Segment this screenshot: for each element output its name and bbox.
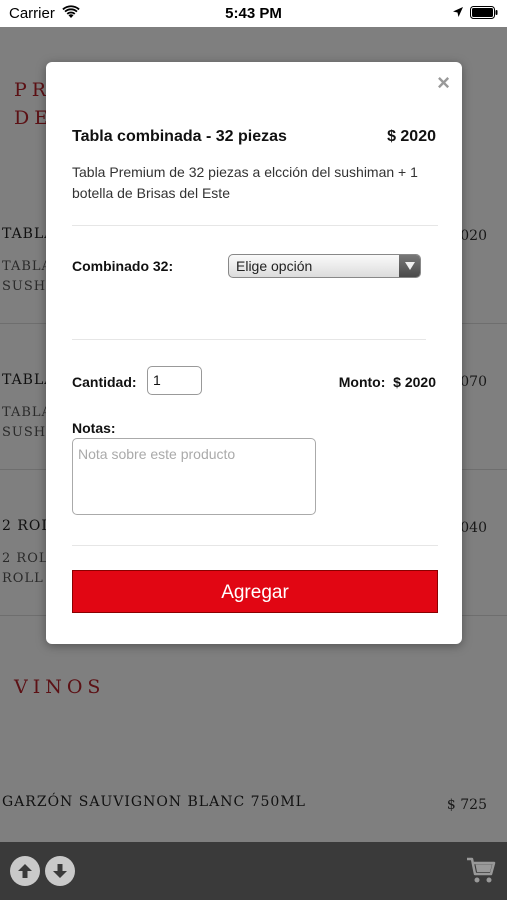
cart-icon[interactable] [466, 856, 496, 884]
bottom-toolbar [0, 842, 507, 900]
notes-textarea[interactable] [72, 438, 316, 515]
divider [72, 339, 426, 340]
option-select[interactable]: Elige opción [228, 254, 421, 278]
product-price: $ 2020 [387, 128, 436, 145]
scroll-down-button[interactable] [45, 856, 75, 886]
scroll-up-button[interactable] [10, 856, 40, 886]
status-bar: Carrier 5:43 PM [0, 0, 507, 27]
option-selected-value: Elige opción [236, 258, 313, 274]
product-description: Tabla Premium de 32 piezas a elcción del… [72, 164, 418, 201]
dropdown-arrow[interactable] [399, 255, 420, 277]
amount-label: Monto: [338, 374, 386, 390]
arrow-down-icon [53, 864, 67, 878]
divider [72, 545, 438, 546]
clock: 5:43 PM [225, 5, 282, 22]
battery-icon [470, 6, 498, 19]
option-label: Combinado 32: [72, 258, 174, 274]
amount-value: $ 2020 [393, 374, 436, 390]
divider [72, 225, 438, 226]
notes-label: Notas: [72, 420, 116, 436]
arrow-up-icon [18, 864, 32, 878]
add-to-cart-button[interactable]: Agregar [72, 570, 438, 613]
close-icon[interactable]: × [437, 72, 450, 94]
quantity-input[interactable]: 1 [147, 366, 202, 395]
amount-summary: Monto: $ 2020 [339, 374, 436, 390]
quantity-label: Cantidad: [72, 374, 137, 390]
product-title: Tabla combinada - 32 piezas [72, 128, 287, 145]
chevron-down-icon [404, 262, 415, 270]
product-modal: × Tabla combinada - 32 piezas $ 2020 Tab… [46, 62, 462, 644]
location-arrow-icon [453, 7, 463, 17]
